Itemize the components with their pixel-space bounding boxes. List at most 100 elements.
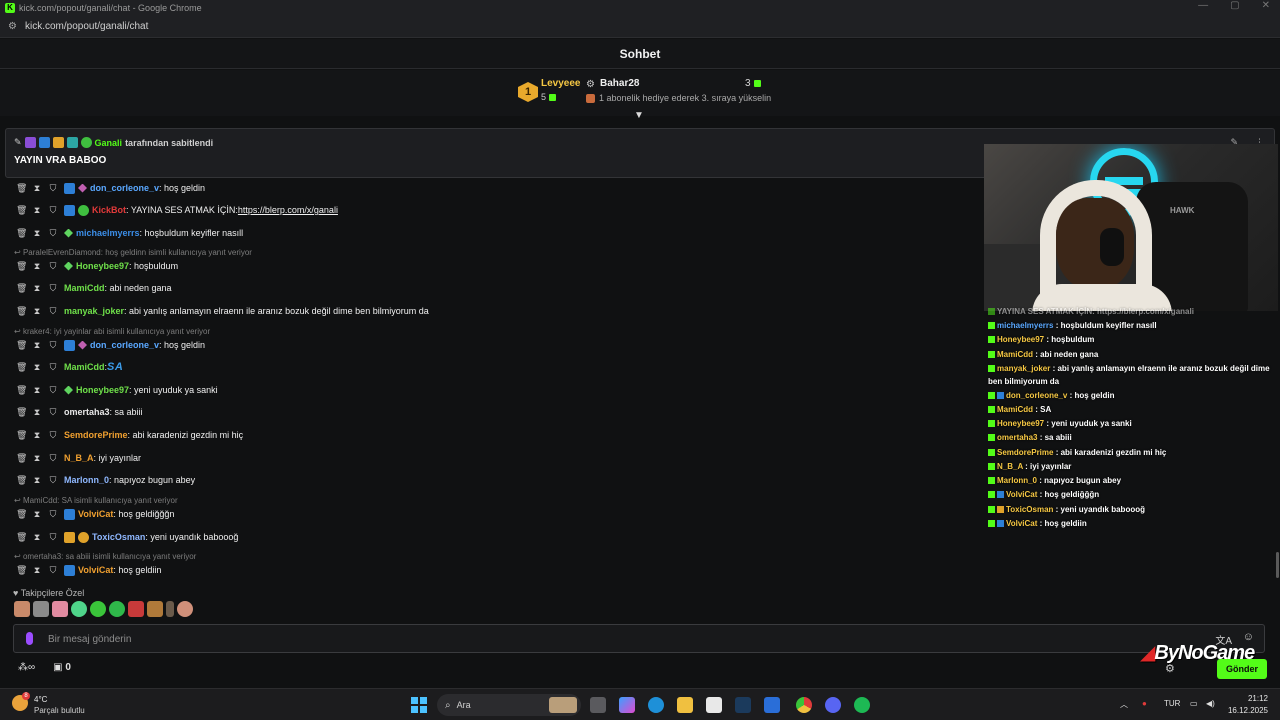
windows-start-icon[interactable] bbox=[411, 697, 427, 713]
mail-icon[interactable] bbox=[764, 697, 780, 713]
store-icon[interactable] bbox=[706, 697, 722, 713]
emote-icon[interactable] bbox=[14, 601, 30, 617]
delete-icon[interactable]: 🗑 bbox=[16, 261, 27, 272]
chrome-icon[interactable] bbox=[796, 697, 812, 713]
timeout-icon[interactable]: ⧗ bbox=[32, 407, 42, 418]
timeout-icon[interactable]: ⧗ bbox=[32, 228, 42, 239]
minimize-icon[interactable]: — bbox=[1198, 0, 1208, 11]
chat-username[interactable]: MamiCdd bbox=[64, 283, 105, 293]
chat-username[interactable]: manyak_joker bbox=[64, 306, 124, 316]
weather-text[interactable]: Parçalı bulutlu bbox=[34, 706, 85, 715]
emote-icon[interactable] bbox=[52, 601, 68, 617]
emote-icon[interactable] bbox=[33, 601, 49, 617]
timeout-icon[interactable]: ⧗ bbox=[32, 362, 42, 373]
emote-icon[interactable] bbox=[177, 601, 193, 617]
task-view-icon[interactable] bbox=[590, 697, 606, 713]
chat-username[interactable]: don_corleone_v bbox=[90, 340, 159, 350]
maximize-icon[interactable]: ▢ bbox=[1230, 0, 1239, 11]
delete-icon[interactable]: 🗑 bbox=[16, 407, 27, 418]
chat-username[interactable]: KickBot bbox=[92, 205, 126, 215]
delete-icon[interactable]: 🗑 bbox=[16, 509, 27, 520]
send-button[interactable]: Gönder bbox=[1217, 659, 1267, 679]
copilot-icon[interactable] bbox=[619, 697, 635, 713]
leader-top-name[interactable]: Levyeee bbox=[541, 78, 580, 89]
delete-icon[interactable]: 🗑 bbox=[16, 565, 27, 576]
chat-username[interactable]: omertaha3 bbox=[64, 407, 110, 417]
discord-icon[interactable] bbox=[825, 697, 841, 713]
chat-username[interactable]: N_B_A bbox=[64, 453, 94, 463]
delete-icon[interactable]: 🗑 bbox=[16, 385, 27, 396]
ban-icon[interactable]: ⛉ bbox=[48, 565, 58, 576]
timeout-icon[interactable]: ⧗ bbox=[32, 509, 42, 520]
ban-icon[interactable]: ⛉ bbox=[48, 453, 58, 464]
chat-username[interactable]: don_corleone_v bbox=[90, 183, 159, 193]
delete-icon[interactable]: 🗑 bbox=[16, 430, 27, 441]
expand-chevron-icon[interactable]: ▼ bbox=[634, 110, 644, 121]
timeout-icon[interactable]: ⧗ bbox=[32, 475, 42, 486]
heart-emote-icon[interactable] bbox=[71, 601, 87, 617]
chat-scrollbar[interactable] bbox=[1276, 552, 1279, 578]
spotify-icon[interactable] bbox=[854, 697, 870, 713]
url-text[interactable]: kick.com/popout/ganali/chat bbox=[25, 21, 148, 32]
timeout-icon[interactable]: ⧗ bbox=[32, 453, 42, 464]
chat-username[interactable]: michaelmyerrs bbox=[76, 228, 140, 238]
chat-link[interactable]: https://blerp.com/x/ganali bbox=[238, 205, 338, 215]
volume-icon[interactable]: ◀) bbox=[1206, 699, 1215, 708]
chat-message-list[interactable]: 🗑 ⧗ ⛉ don_corleone_v: hoş geldin 🗑 ⧗ ⛉ KickB… bbox=[0, 179, 984, 583]
delete-icon[interactable]: 🗑 bbox=[16, 475, 27, 486]
steam-icon[interactable] bbox=[735, 697, 751, 713]
chat-username[interactable]: VolviCat bbox=[78, 565, 113, 575]
ban-icon[interactable]: ⛉ bbox=[48, 283, 58, 294]
pinned-author[interactable]: Ganali bbox=[95, 138, 123, 148]
timeout-icon[interactable]: ⧗ bbox=[32, 183, 42, 194]
timeout-icon[interactable]: ⧗ bbox=[32, 565, 42, 576]
chat-username[interactable]: SemdorePrime bbox=[64, 430, 128, 440]
emote-icon[interactable] bbox=[128, 601, 144, 617]
close-icon[interactable]: ✕ bbox=[1262, 0, 1270, 11]
chat-username[interactable]: VolviCat bbox=[78, 509, 113, 519]
address-bar[interactable]: ⚙ kick.com/popout/ganali/chat bbox=[0, 16, 1280, 38]
ban-icon[interactable]: ⛉ bbox=[48, 509, 58, 520]
timeout-icon[interactable]: ⧗ bbox=[32, 385, 42, 396]
delete-icon[interactable]: 🗑 bbox=[16, 453, 27, 464]
ban-icon[interactable]: ⛉ bbox=[48, 261, 58, 272]
ban-icon[interactable]: ⛉ bbox=[48, 430, 58, 441]
delete-icon[interactable]: 🗑 bbox=[16, 362, 27, 373]
ban-icon[interactable]: ⛉ bbox=[48, 362, 58, 373]
emote-icon[interactable] bbox=[166, 601, 174, 617]
ban-icon[interactable]: ⛉ bbox=[48, 385, 58, 396]
taskbar-search[interactable]: ⌕ Ara bbox=[437, 694, 581, 716]
timeout-icon[interactable]: ⧗ bbox=[32, 283, 42, 294]
ban-icon[interactable]: ⛉ bbox=[48, 532, 58, 543]
temperature[interactable]: 4°C bbox=[34, 695, 47, 704]
emote-icon[interactable] bbox=[90, 601, 106, 617]
chat-username[interactable]: Honeybee97 bbox=[76, 261, 129, 271]
timeout-icon[interactable]: ⧗ bbox=[32, 205, 42, 216]
ban-icon[interactable]: ⛉ bbox=[48, 228, 58, 239]
delete-icon[interactable]: 🗑 bbox=[16, 183, 27, 194]
clock-time[interactable]: 21:12 bbox=[1228, 694, 1268, 703]
chat-username[interactable]: Marlonn_0 bbox=[64, 475, 109, 485]
delete-icon[interactable]: 🗑 bbox=[16, 306, 27, 317]
timeout-icon[interactable]: ⧗ bbox=[32, 306, 42, 317]
ban-icon[interactable]: ⛉ bbox=[48, 407, 58, 418]
channel-points-icon[interactable]: ⁂∞ bbox=[18, 662, 35, 673]
ban-icon[interactable]: ⛉ bbox=[48, 340, 58, 351]
leader-second-name[interactable]: Bahar28 bbox=[600, 78, 639, 89]
microphone-icon[interactable] bbox=[26, 632, 33, 645]
settings-icon[interactable]: ⚙ bbox=[1165, 662, 1175, 675]
site-info-icon[interactable]: ⚙ bbox=[8, 21, 17, 32]
chat-input-box[interactable]: 文A ☺ bbox=[13, 624, 1265, 653]
ban-icon[interactable]: ⛉ bbox=[48, 183, 58, 194]
network-icon[interactable]: ▭ bbox=[1190, 699, 1198, 708]
timeout-icon[interactable]: ⧗ bbox=[32, 340, 42, 351]
timeout-icon[interactable]: ⧗ bbox=[32, 430, 42, 441]
timeout-icon[interactable]: ⧗ bbox=[32, 261, 42, 272]
emote-icon[interactable] bbox=[109, 601, 125, 617]
delete-icon[interactable]: 🗑 bbox=[16, 205, 27, 216]
points-display[interactable]: ▣ 0 bbox=[53, 662, 71, 673]
language-indicator[interactable]: TUR bbox=[1164, 699, 1180, 708]
timeout-icon[interactable]: ⧗ bbox=[32, 532, 42, 543]
chat-username[interactable]: ToxicOsman bbox=[92, 532, 145, 542]
chat-username[interactable]: Honeybee97 bbox=[76, 385, 129, 395]
